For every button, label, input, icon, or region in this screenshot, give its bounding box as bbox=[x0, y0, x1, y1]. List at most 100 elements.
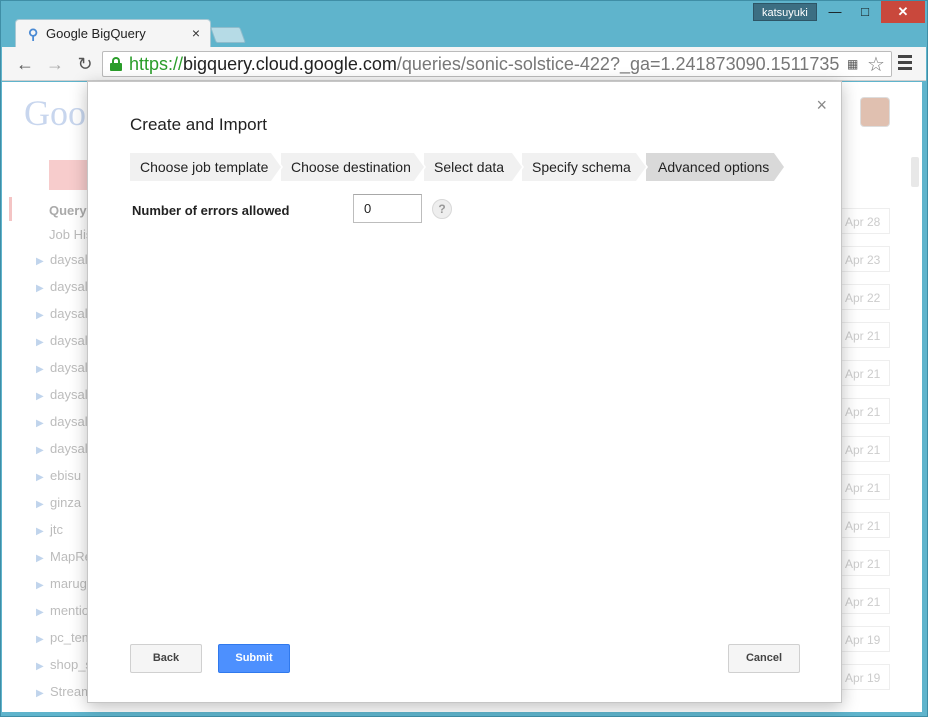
date-cell: Apr 21 bbox=[836, 474, 890, 500]
dataset-item[interactable]: ▶ daysal bbox=[36, 252, 88, 267]
back-button[interactable]: Back bbox=[130, 644, 202, 673]
expand-arrow-icon[interactable]: ▶ bbox=[36, 310, 46, 321]
step-specify-schema[interactable]: Specify schema bbox=[522, 153, 648, 181]
dataset-label: daysal bbox=[50, 360, 88, 375]
expand-arrow-icon[interactable]: ▶ bbox=[36, 364, 46, 375]
expand-arrow-icon[interactable]: ▶ bbox=[36, 391, 46, 402]
dataset-label: daysal bbox=[50, 387, 88, 402]
expand-arrow-icon[interactable]: ▶ bbox=[36, 472, 46, 483]
date-cell: Apr 21 bbox=[836, 398, 890, 424]
date-cell: Apr 21 bbox=[836, 436, 890, 462]
dataset-label: daysal bbox=[50, 414, 88, 429]
dataset-label: ginza bbox=[50, 495, 82, 510]
dataset-label: daysal bbox=[50, 441, 88, 456]
translate-icon[interactable]: ▦ bbox=[847, 57, 858, 71]
dataset-item[interactable]: ▶ ebisu bbox=[36, 468, 81, 483]
bookmark-star-icon[interactable]: ☆ bbox=[867, 52, 885, 76]
search-icon: ⚲ bbox=[28, 26, 39, 42]
window-close-button[interactable]: ✕ bbox=[881, 1, 925, 23]
dataset-label: Stream bbox=[50, 684, 92, 699]
compose-query-button[interactable] bbox=[49, 160, 89, 190]
new-tab-button[interactable] bbox=[210, 27, 246, 43]
dataset-label: daysal bbox=[50, 279, 88, 294]
date-cell: Apr 21 bbox=[836, 512, 890, 538]
user-badge[interactable]: katsuyuki bbox=[753, 3, 817, 21]
nav-job-history[interactable]: Job His bbox=[49, 227, 92, 242]
dataset-item[interactable]: ▶ pc_tem bbox=[36, 630, 93, 645]
dataset-item[interactable]: ▶ daysal bbox=[36, 360, 88, 375]
expand-arrow-icon[interactable]: ▶ bbox=[36, 526, 46, 537]
url-text: https://bigquery.cloud.google.com/querie… bbox=[129, 54, 840, 74]
expand-arrow-icon[interactable]: ▶ bbox=[36, 499, 46, 510]
menu-icon[interactable] bbox=[898, 55, 912, 73]
minimize-button[interactable]: — bbox=[821, 1, 849, 23]
expand-arrow-icon[interactable]: ▶ bbox=[36, 634, 46, 645]
dataset-item[interactable]: ▶ jtc bbox=[36, 522, 63, 537]
dataset-item[interactable]: ▶ daysal bbox=[36, 306, 88, 321]
back-arrow-icon[interactable]: ← bbox=[14, 53, 36, 75]
reload-icon[interactable]: ↻ bbox=[74, 53, 96, 75]
date-cell: Apr 19 bbox=[836, 626, 890, 652]
address-bar[interactable]: https://bigquery.cloud.google.com/querie… bbox=[102, 51, 892, 77]
expand-arrow-icon[interactable]: ▶ bbox=[36, 337, 46, 348]
title-bar: katsuyuki — □ ✕ ⚲ Google BigQuery × bbox=[1, 1, 928, 47]
forward-arrow-icon[interactable]: → bbox=[44, 53, 66, 75]
expand-arrow-icon[interactable]: ▶ bbox=[36, 283, 46, 294]
avatar[interactable] bbox=[860, 97, 890, 127]
dataset-label: MapRe bbox=[50, 549, 92, 564]
dataset-label: ebisu bbox=[50, 468, 82, 483]
step-choose-destination[interactable]: Choose destination bbox=[281, 153, 426, 181]
date-cell: Apr 21 bbox=[836, 322, 890, 348]
scrollbar[interactable] bbox=[911, 157, 919, 187]
date-cell: Apr 21 bbox=[836, 550, 890, 576]
expand-arrow-icon[interactable]: ▶ bbox=[36, 607, 46, 618]
date-cell: Apr 19 bbox=[836, 664, 890, 690]
expand-arrow-icon[interactable]: ▶ bbox=[36, 580, 46, 591]
expand-arrow-icon[interactable]: ▶ bbox=[36, 688, 46, 699]
create-import-dialog: × Create and Import Choose job template … bbox=[87, 81, 842, 703]
date-cell: Apr 21 bbox=[836, 360, 890, 386]
step-choose-job-template[interactable]: Choose job template bbox=[130, 153, 283, 181]
dataset-label: shop_s bbox=[50, 657, 92, 672]
tab-title: Google BigQuery bbox=[46, 26, 146, 41]
dataset-label: jtc bbox=[50, 522, 63, 537]
dataset-item[interactable]: ▶ daysal bbox=[36, 414, 88, 429]
date-cell: Apr 21 bbox=[836, 588, 890, 614]
help-icon[interactable]: ? bbox=[432, 199, 452, 219]
close-icon[interactable]: × bbox=[816, 96, 827, 114]
errors-allowed-input[interactable] bbox=[353, 194, 422, 223]
step-advanced-options[interactable]: Advanced options bbox=[646, 153, 786, 181]
dataset-item[interactable]: ▶ ginza bbox=[36, 495, 81, 510]
expand-arrow-icon[interactable]: ▶ bbox=[36, 553, 46, 564]
dataset-item[interactable]: ▶ MapRe bbox=[36, 549, 92, 564]
maximize-button[interactable]: □ bbox=[851, 1, 879, 23]
dataset-item[interactable]: ▶ daysal bbox=[36, 279, 88, 294]
date-cell: Apr 28 bbox=[836, 208, 890, 234]
date-cell: Apr 22 bbox=[836, 284, 890, 310]
dataset-label: daysal bbox=[50, 252, 88, 267]
browser-tab[interactable]: ⚲ Google BigQuery × bbox=[15, 19, 211, 47]
nav-query-history[interactable]: Query bbox=[49, 203, 87, 218]
dialog-title: Create and Import bbox=[130, 115, 268, 134]
dataset-item[interactable]: ▶ daysal bbox=[36, 387, 88, 402]
lock-icon bbox=[110, 57, 122, 71]
dataset-item[interactable]: ▶ Stream bbox=[36, 684, 92, 699]
cancel-button[interactable]: Cancel bbox=[728, 644, 800, 673]
step-select-data[interactable]: Select data bbox=[424, 153, 524, 181]
expand-arrow-icon[interactable]: ▶ bbox=[36, 418, 46, 429]
expand-arrow-icon[interactable]: ▶ bbox=[36, 256, 46, 267]
dataset-label: daysal bbox=[50, 333, 88, 348]
dataset-item[interactable]: ▶ maruge bbox=[36, 576, 94, 591]
date-cell: Apr 23 bbox=[836, 246, 890, 272]
dataset-item[interactable]: ▶ daysal bbox=[36, 441, 88, 456]
dataset-item[interactable]: ▶ mentio bbox=[36, 603, 89, 618]
submit-button[interactable]: Submit bbox=[218, 644, 290, 673]
google-logo: Goo bbox=[24, 93, 86, 133]
tab-close-icon[interactable]: × bbox=[192, 25, 200, 41]
errors-allowed-label: Number of errors allowed bbox=[132, 203, 290, 218]
expand-arrow-icon[interactable]: ▶ bbox=[36, 661, 46, 672]
dataset-label: daysal bbox=[50, 306, 88, 321]
dataset-item[interactable]: ▶ shop_s bbox=[36, 657, 92, 672]
expand-arrow-icon[interactable]: ▶ bbox=[36, 445, 46, 456]
dataset-item[interactable]: ▶ daysal bbox=[36, 333, 88, 348]
